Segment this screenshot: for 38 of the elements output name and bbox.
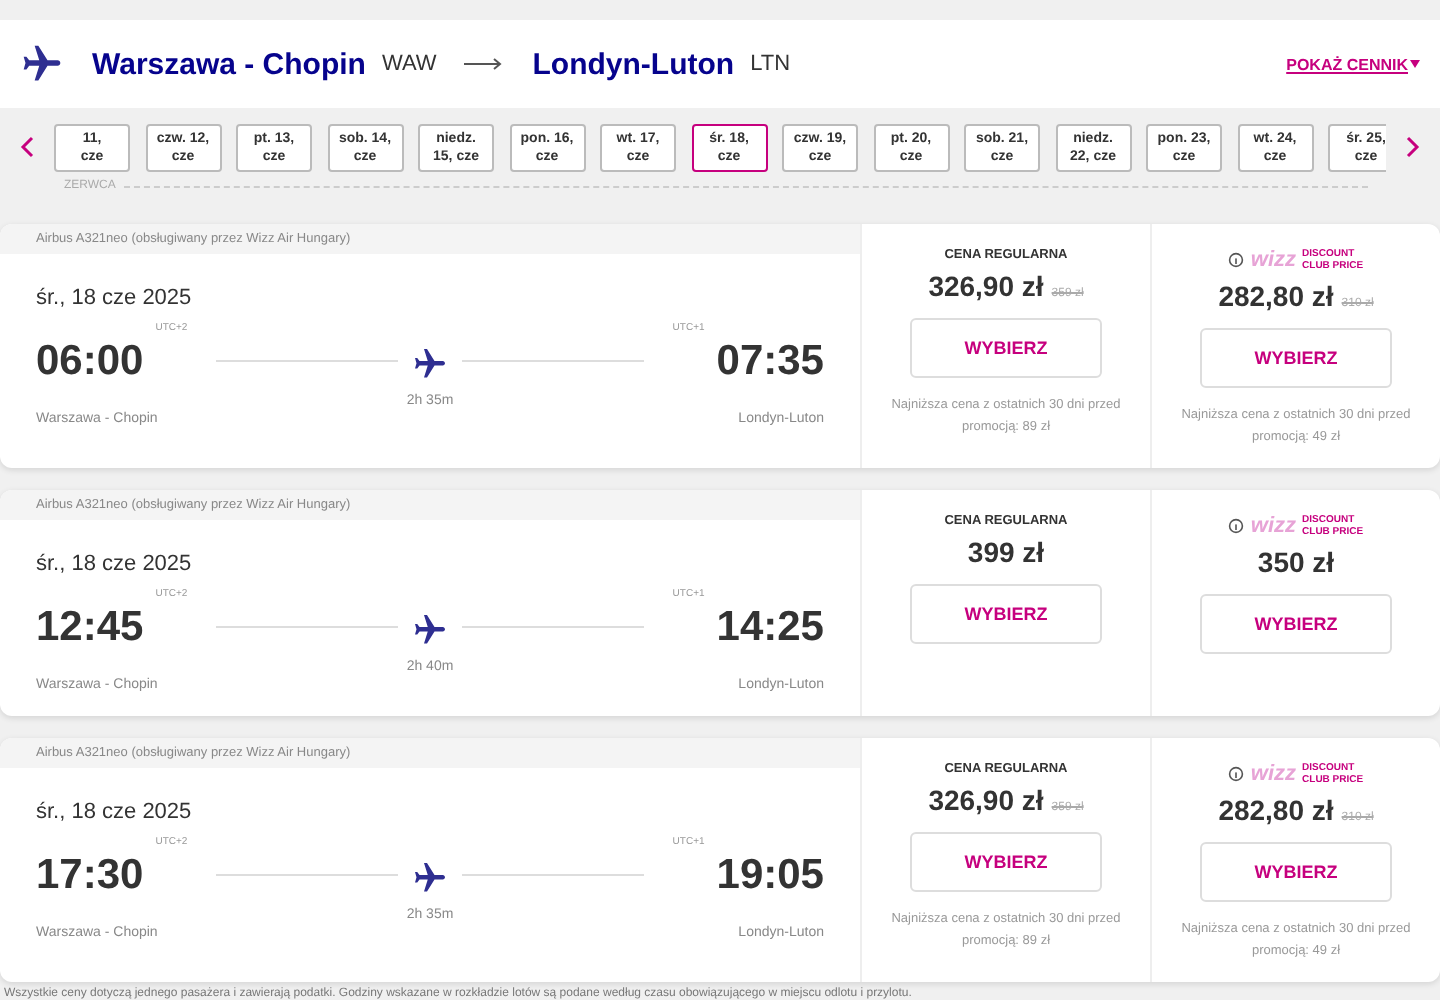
info-icon[interactable]: [1228, 518, 1245, 534]
info-icon[interactable]: [1228, 252, 1245, 268]
fare-price: 282,80 zł: [1218, 280, 1334, 312]
flight-date: śr., 18 cze 2025: [36, 552, 194, 576]
airplane-icon: [412, 346, 448, 382]
select-button[interactable]: WYBIERZ: [1200, 842, 1392, 902]
fare-price: 326,90 zł: [928, 270, 1044, 302]
fare-price: 282,80 zł: [1218, 794, 1334, 826]
select-button[interactable]: WYBIERZ: [910, 584, 1102, 644]
price-list-link[interactable]: POKAŻ CENNIK: [1286, 55, 1408, 73]
airplane-icon: [412, 612, 448, 648]
arrival-time: 14:25: [716, 603, 824, 651]
airplane-icon: [20, 42, 64, 86]
caret-icon: [1410, 60, 1420, 68]
logo-text: wizz: [1250, 762, 1297, 786]
logo-text: wizz: [1250, 248, 1297, 272]
airport-code: WAW: [381, 52, 437, 76]
arrow-icon: [464, 58, 505, 70]
fare-price: 350 zł: [1257, 546, 1335, 578]
select-button[interactable]: WYBIERZ: [1200, 594, 1392, 654]
fare-price: 399 zł: [967, 536, 1045, 568]
select-button[interactable]: WYBIERZ: [1200, 328, 1392, 388]
arrival-time: 19:05: [716, 851, 824, 899]
select-button[interactable]: WYBIERZ: [910, 832, 1102, 892]
departure-time: 06:00: [36, 337, 144, 385]
info-icon[interactable]: [1228, 766, 1245, 782]
airplane-icon: [412, 860, 448, 896]
flight-date: śr., 18 cze 2025: [36, 800, 194, 824]
departure-time: 17:30: [36, 851, 144, 899]
select-button[interactable]: WYBIERZ: [910, 318, 1102, 378]
fare-price: 326,90 zł: [928, 784, 1044, 816]
origin-city: Warszawa - Chopin: [92, 47, 366, 81]
departure-time: 12:45: [36, 603, 144, 651]
destination-city: Londyn-Luton: [532, 47, 735, 81]
logo-text: wizz: [1250, 514, 1297, 538]
arrival-time: 07:35: [716, 337, 824, 385]
airport-code: LTN: [750, 52, 791, 76]
flight-date: śr., 18 cze 2025: [36, 286, 194, 310]
